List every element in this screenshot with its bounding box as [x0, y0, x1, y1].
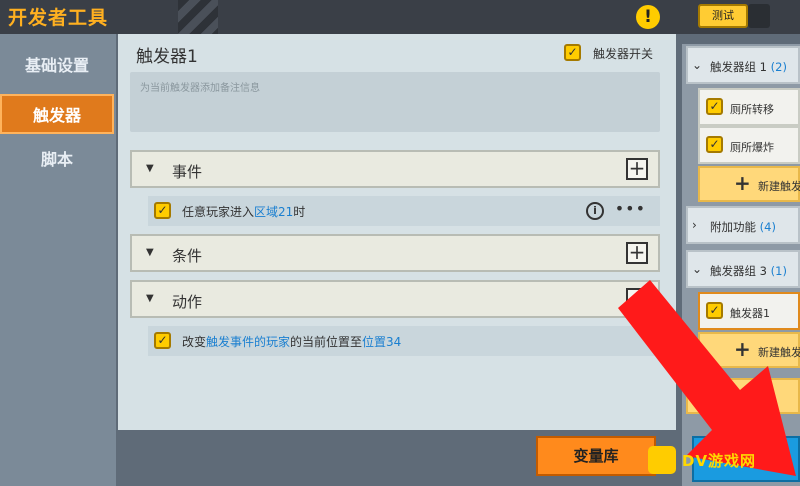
- note-placeholder: 为当前触发器添加备注信息: [140, 83, 260, 94]
- warning-icon[interactable]: !: [636, 5, 660, 29]
- trigger-list-panel: ⌄ 触发器组 1 (2) ✓ 厕所转移 ✓ 厕所爆炸 + 新建触发器 › 附加功…: [682, 44, 800, 486]
- action-param-link[interactable]: 触发事件的玩家: [206, 335, 290, 349]
- sidebar-item-scripts[interactable]: 脚本: [0, 140, 114, 180]
- action-param-link[interactable]: 位置34: [362, 335, 401, 349]
- sidebar-item-basic-settings[interactable]: 基础设置: [0, 46, 114, 86]
- more-options-icon[interactable]: •••: [615, 199, 646, 218]
- test-toggle[interactable]: [748, 4, 770, 28]
- left-sidebar: 基础设置 触发器 脚本: [0, 34, 116, 486]
- watermark-logo-icon: [648, 446, 676, 474]
- event-row[interactable]: ✓ 任意玩家进入区域21时 i •••: [148, 196, 660, 226]
- sidebar-item-triggers[interactable]: 触发器: [0, 94, 114, 134]
- event-checkbox[interactable]: ✓: [154, 202, 171, 219]
- plus-icon: +: [734, 171, 751, 195]
- trigger-item-label: 触发器1: [730, 307, 770, 320]
- section-actions[interactable]: ▼ 动作 +: [130, 280, 660, 318]
- trigger-item[interactable]: ✓ 厕所爆炸: [698, 126, 800, 164]
- section-conditions[interactable]: ▼ 条件 +: [130, 234, 660, 272]
- chevron-down-icon: ⌄: [692, 262, 703, 276]
- new-trigger-button[interactable]: + 新建触发器: [698, 332, 800, 368]
- trigger-item-checkbox[interactable]: ✓: [706, 136, 723, 153]
- trigger-enabled-checkbox[interactable]: ✓: [564, 44, 581, 61]
- section-events[interactable]: ▼ 事件 +: [130, 150, 660, 188]
- addon-group[interactable]: › 附加功能 (4): [686, 206, 800, 244]
- trigger-item-checkbox[interactable]: ✓: [706, 98, 723, 115]
- trigger-group-3[interactable]: ⌄ 触发器组 3 (1): [686, 250, 800, 288]
- variable-library-button[interactable]: 变量库: [536, 436, 656, 476]
- section-label: 动作: [172, 293, 203, 311]
- event-text: 任意玩家进入区域21时: [182, 205, 306, 219]
- add-condition-button[interactable]: +: [626, 242, 648, 264]
- collapse-arrow-icon[interactable]: ▼: [146, 247, 154, 258]
- plus-icon: +: [734, 337, 751, 361]
- watermark: DV游戏网: [648, 446, 798, 476]
- top-bar: 开发者工具 ! 测试: [0, 0, 800, 34]
- add-event-button[interactable]: +: [626, 158, 648, 180]
- trigger-item-checkbox[interactable]: ✓: [706, 302, 723, 319]
- event-param-link[interactable]: 区域21: [254, 205, 293, 219]
- trigger-editor-panel: 触发器1 ✓ 触发器开关 为当前触发器添加备注信息 ▼ 事件 + ✓ 任意玩家进…: [118, 34, 676, 430]
- title-stripe-decoration: [178, 0, 218, 34]
- trigger-group-1[interactable]: ⌄ 触发器组 1 (2): [686, 46, 800, 84]
- trigger-item[interactable]: ✓ 厕所转移: [698, 88, 800, 126]
- new-trigger-group-button[interactable]: 新建触发器组: [686, 378, 800, 414]
- trigger-item-selected[interactable]: ✓ 触发器1: [698, 292, 800, 330]
- chevron-down-icon: ⌄: [692, 58, 703, 72]
- trigger-item-label: 厕所爆炸: [730, 141, 774, 154]
- collapse-arrow-icon[interactable]: ▼: [146, 163, 154, 174]
- trigger-note-field[interactable]: 为当前触发器添加备注信息: [130, 72, 660, 132]
- collapse-arrow-icon[interactable]: ▼: [146, 293, 154, 304]
- watermark-text: DV游戏网: [682, 452, 757, 470]
- add-action-button[interactable]: +: [626, 288, 648, 310]
- test-button[interactable]: 测试: [698, 4, 748, 28]
- section-label: 事件: [172, 163, 203, 181]
- app-title: 开发者工具: [8, 7, 109, 29]
- action-checkbox[interactable]: ✓: [154, 332, 171, 349]
- trigger-enabled-label: 触发器开关: [593, 47, 654, 61]
- info-icon[interactable]: i: [586, 202, 604, 220]
- action-text: 改变触发事件的玩家的当前位置至位置34: [182, 335, 402, 349]
- new-trigger-button[interactable]: + 新建触发器: [698, 166, 800, 202]
- trigger-name[interactable]: 触发器1: [136, 42, 198, 67]
- chevron-right-icon: ›: [692, 218, 697, 232]
- trigger-item-label: 厕所转移: [730, 103, 774, 116]
- action-row[interactable]: ✓ 改变触发事件的玩家的当前位置至位置34: [148, 326, 660, 356]
- section-label: 条件: [172, 247, 203, 265]
